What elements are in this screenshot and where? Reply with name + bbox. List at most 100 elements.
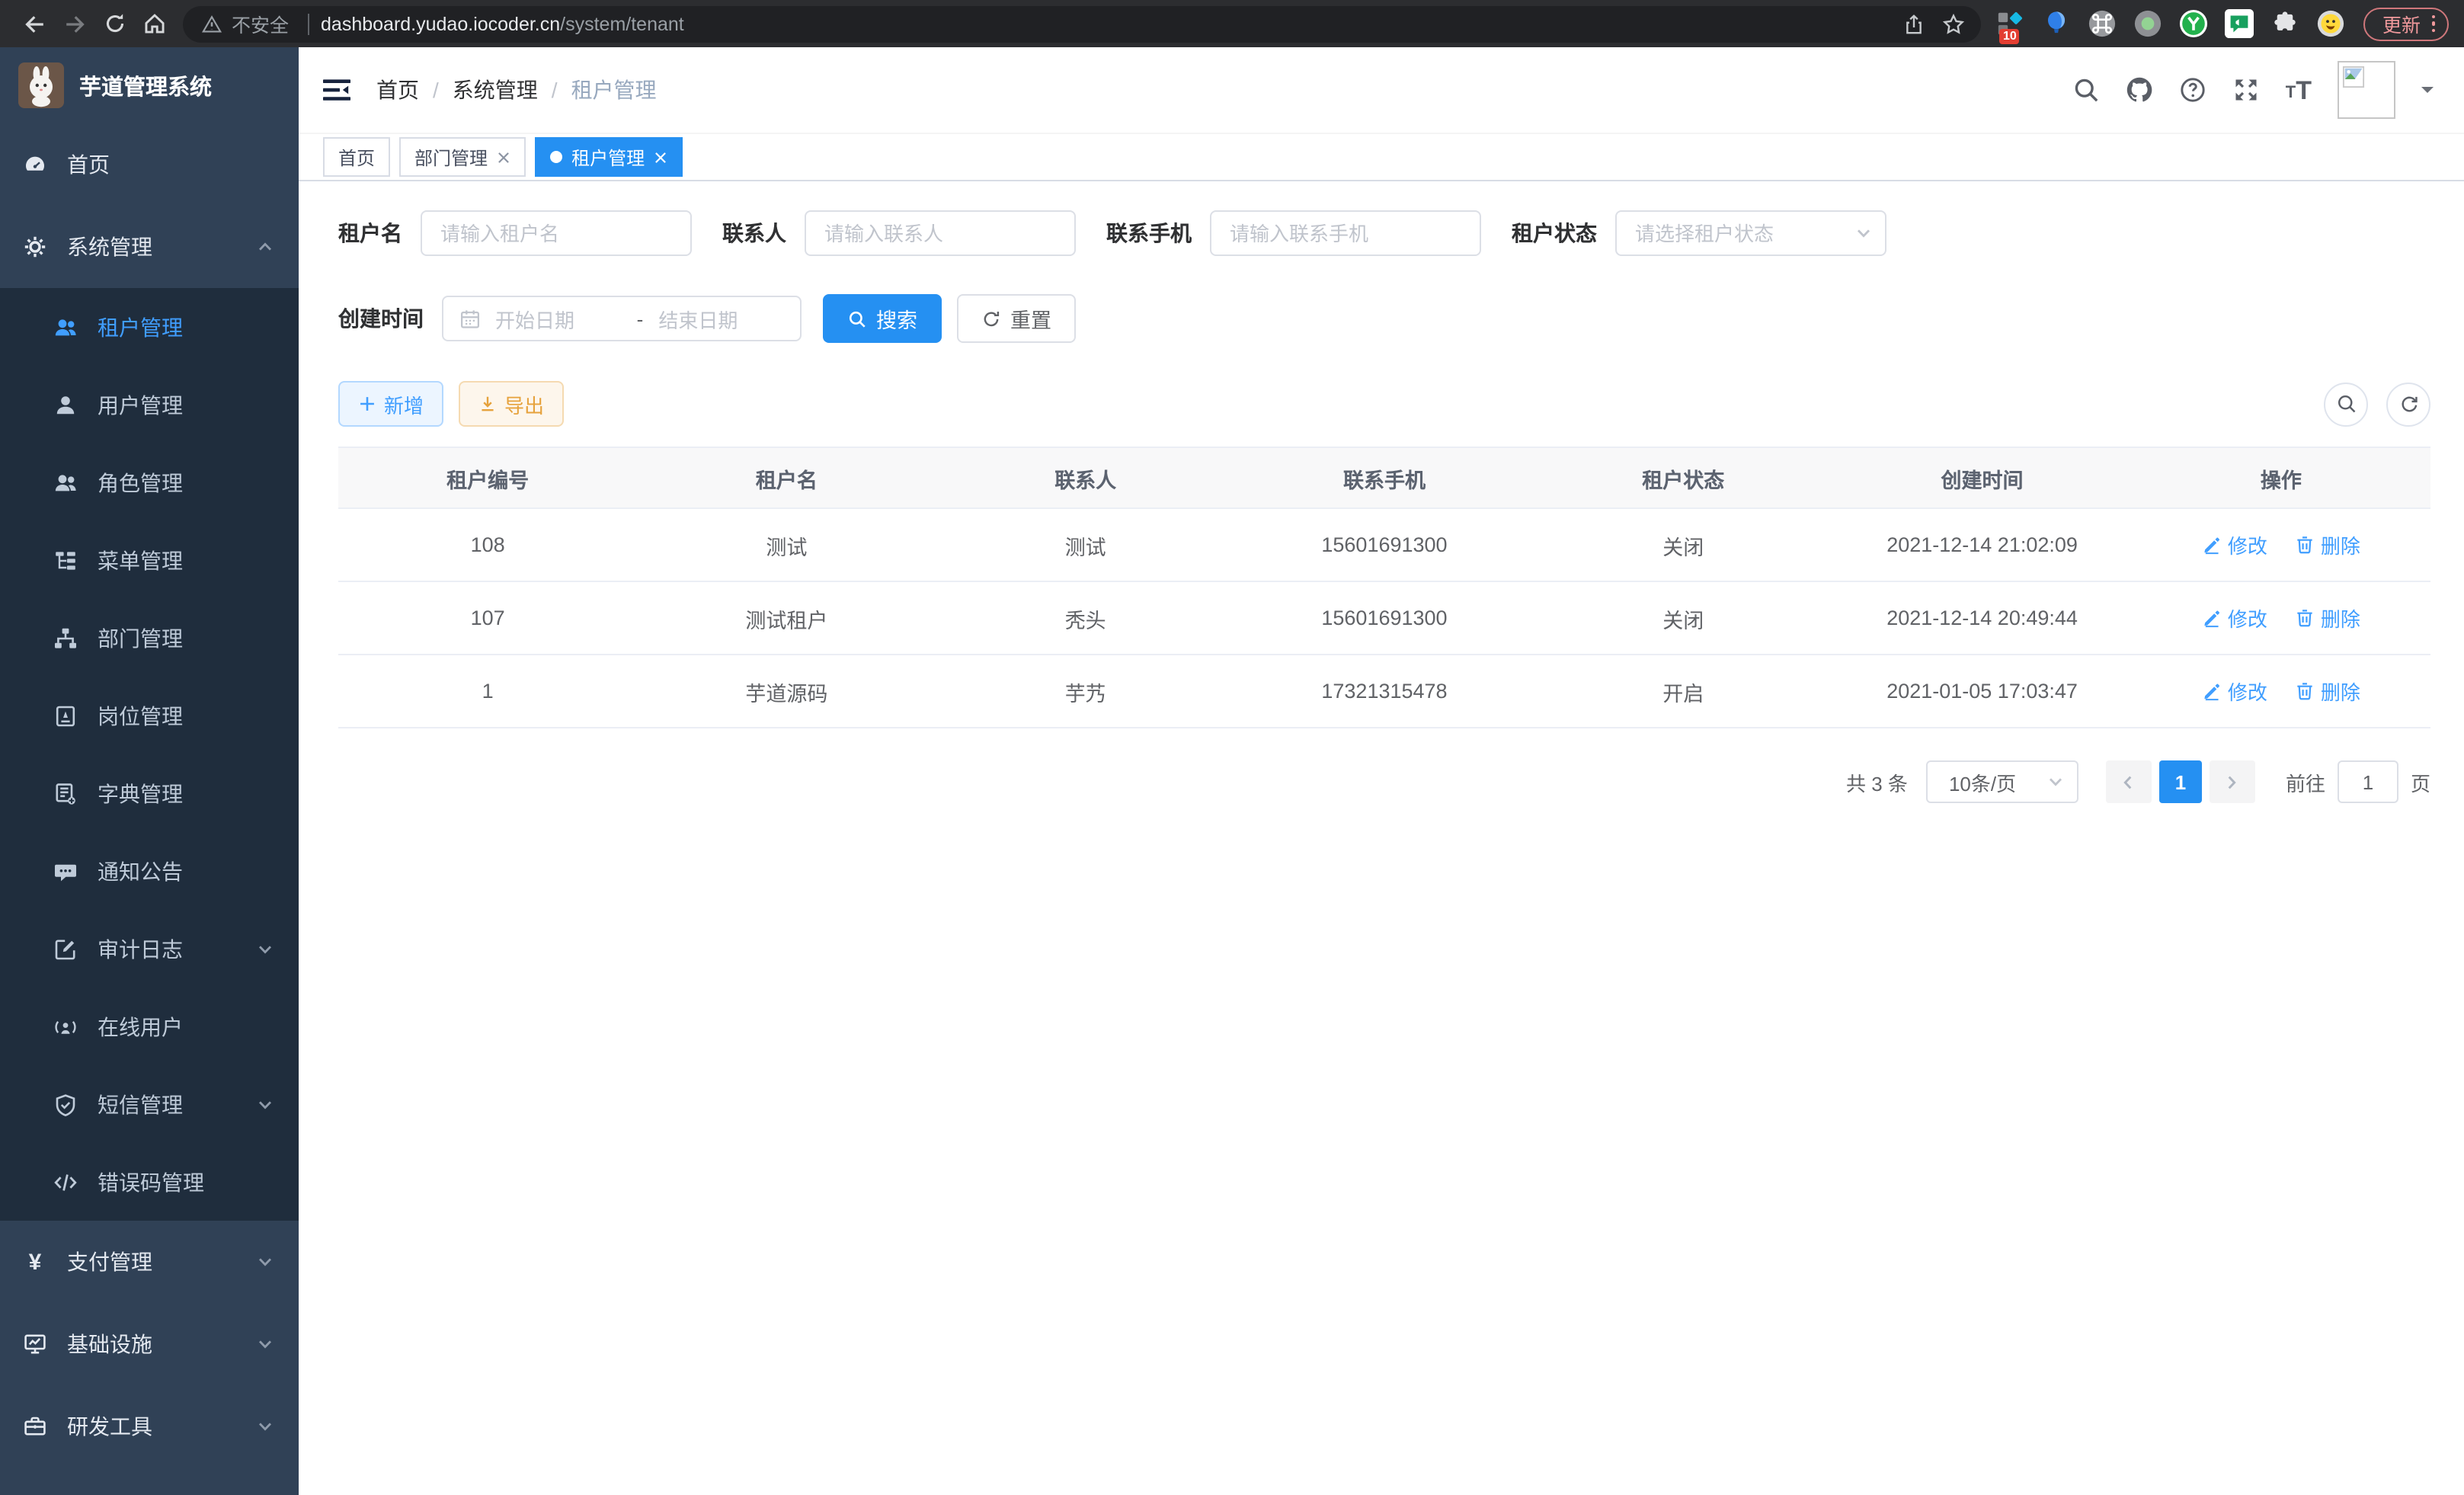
edit-icon xyxy=(2202,608,2222,628)
delete-button[interactable]: 删除 xyxy=(2295,603,2360,632)
edit-button[interactable]: 修改 xyxy=(2202,530,2267,559)
sidebar-item-role[interactable]: 角色管理 xyxy=(0,443,299,521)
cell-name: 测试租户 xyxy=(637,581,936,655)
tab-dept[interactable]: 部门管理 xyxy=(399,137,526,177)
chevron-down-icon xyxy=(256,1335,274,1353)
add-button[interactable]: 新增 xyxy=(338,381,443,427)
cell-actions: 修改删除 xyxy=(2132,581,2430,655)
cell-contact: 芋艿 xyxy=(936,655,1235,728)
font-size-icon[interactable]: TT xyxy=(2286,77,2312,103)
dashboard-icon xyxy=(23,152,47,177)
cell-mobile: 15601691300 xyxy=(1235,508,1534,581)
sidebar-item-home[interactable]: 首页 xyxy=(0,123,299,206)
page-size-select[interactable]: 10条/页 xyxy=(1926,760,2078,803)
refresh-button[interactable] xyxy=(2386,382,2430,426)
chat-extension-icon[interactable] xyxy=(2226,9,2254,38)
tenant-name-label: 租户名 xyxy=(338,218,402,248)
goto-page-input[interactable] xyxy=(2338,760,2398,803)
url-host: dashboard.yudao.iocoder.cn xyxy=(321,13,560,34)
address-bar[interactable]: 不安全 dashboard.yudao.iocoder.cn/system/te… xyxy=(183,5,1982,42)
sidebar-item-devtools[interactable]: 研发工具 xyxy=(0,1385,299,1468)
sidebar-item-menu[interactable]: 菜单管理 xyxy=(0,521,299,599)
sidebar-item-online-user[interactable]: 在线用户 xyxy=(0,988,299,1065)
browser-menu-icon[interactable] xyxy=(2431,15,2435,33)
sidebar-item-error-code[interactable]: 错误码管理 xyxy=(0,1143,299,1221)
cell-status: 开启 xyxy=(1534,655,1832,728)
y-extension-icon[interactable] xyxy=(2180,9,2209,38)
sidebar-item-pay[interactable]: ¥支付管理 xyxy=(0,1221,299,1303)
table-row: 107测试租户秃头15601691300关闭2021-12-14 20:49:4… xyxy=(338,581,2430,655)
balloon-extension-icon[interactable] xyxy=(2043,9,2072,38)
header-search-icon[interactable] xyxy=(2072,76,2100,104)
next-page-button[interactable] xyxy=(2210,760,2255,803)
online-user-icon xyxy=(53,1014,78,1039)
home-icon[interactable] xyxy=(134,4,174,43)
breadcrumb-item[interactable]: 系统管理 xyxy=(453,75,538,105)
profile-avatar-icon[interactable] xyxy=(2317,9,2346,38)
contact-input[interactable] xyxy=(805,210,1076,256)
prev-page-button[interactable] xyxy=(2106,760,2152,803)
tab-tenant[interactable]: 租户管理 xyxy=(535,137,683,177)
fullscreen-icon[interactable] xyxy=(2232,76,2260,104)
toggle-search-button[interactable] xyxy=(2324,382,2368,426)
tab-home[interactable]: 首页 xyxy=(323,137,390,177)
top-navbar: 首页/系统管理/租户管理 TT xyxy=(299,47,2464,134)
status-extension-icon[interactable] xyxy=(2134,9,2163,38)
goto-label: 前往 xyxy=(2286,767,2325,796)
page-number-1[interactable]: 1 xyxy=(2159,760,2202,803)
date-range-picker[interactable]: 开始日期 - 结束日期 xyxy=(442,296,802,341)
command-extension-icon[interactable] xyxy=(2088,9,2117,38)
sidebar-item-dict[interactable]: 字典管理 xyxy=(0,754,299,832)
sidebar: 芋道管理系统 首页系统管理租户管理用户管理角色管理菜单管理部门管理岗位管理字典管… xyxy=(0,47,299,1495)
reset-button[interactable]: 重置 xyxy=(957,294,1076,343)
edit-icon xyxy=(2202,681,2222,701)
sidebar-item-infra[interactable]: 基础设施 xyxy=(0,1303,299,1385)
cell-id: 108 xyxy=(338,508,637,581)
app-logo[interactable]: 芋道管理系统 xyxy=(0,47,299,123)
sidebar-item-notice[interactable]: 通知公告 xyxy=(0,832,299,910)
sidebar-item-dept[interactable]: 部门管理 xyxy=(0,599,299,677)
share-icon[interactable] xyxy=(1902,11,1927,36)
delete-button[interactable]: 删除 xyxy=(2295,530,2360,559)
close-icon[interactable] xyxy=(497,150,510,164)
puzzle-icon[interactable] xyxy=(2271,9,2300,38)
github-icon[interactable] xyxy=(2126,76,2153,104)
extension-badge-icon[interactable]: 10 xyxy=(1997,9,2026,38)
sidebar-item-post[interactable]: 岗位管理 xyxy=(0,677,299,754)
edit-button[interactable]: 修改 xyxy=(2202,677,2267,706)
update-button[interactable]: 更新 xyxy=(2364,7,2449,40)
sidebar-item-label: 支付管理 xyxy=(67,1247,152,1277)
reload-icon[interactable] xyxy=(94,4,134,43)
avatar-dropdown-icon[interactable] xyxy=(2421,87,2434,99)
sidebar-item-audit-log[interactable]: 审计日志 xyxy=(0,910,299,988)
user-avatar[interactable] xyxy=(2338,61,2395,119)
notice-icon xyxy=(53,859,78,883)
sidebar-item-tenant[interactable]: 租户管理 xyxy=(0,288,299,366)
status-select[interactable] xyxy=(1615,210,1886,256)
url-divider xyxy=(307,13,309,34)
chevron-down-icon xyxy=(2046,773,2065,791)
breadcrumb-item[interactable]: 首页 xyxy=(376,75,419,105)
forward-icon[interactable] xyxy=(55,4,94,43)
back-icon[interactable] xyxy=(15,4,55,43)
sidebar-collapse-icon[interactable] xyxy=(322,75,352,105)
breadcrumb-separator: / xyxy=(433,78,439,102)
delete-button[interactable]: 删除 xyxy=(2295,677,2360,706)
cell-actions: 修改删除 xyxy=(2132,508,2430,581)
page-unit-label: 页 xyxy=(2411,767,2430,796)
column-header: 操作 xyxy=(2132,447,2430,508)
bookmark-star-icon[interactable] xyxy=(1942,11,1966,36)
mobile-input[interactable] xyxy=(1210,210,1481,256)
sidebar-item-system[interactable]: 系统管理 xyxy=(0,206,299,288)
sms-icon xyxy=(53,1092,78,1116)
sidebar-item-sms[interactable]: 短信管理 xyxy=(0,1065,299,1143)
export-button[interactable]: 导出 xyxy=(459,381,564,427)
edit-button[interactable]: 修改 xyxy=(2202,603,2267,632)
column-header: 联系手机 xyxy=(1235,447,1534,508)
cell-mobile: 17321315478 xyxy=(1235,655,1534,728)
tenant-name-input[interactable] xyxy=(421,210,692,256)
close-icon[interactable] xyxy=(654,150,667,164)
help-icon[interactable] xyxy=(2179,76,2206,104)
search-button[interactable]: 搜索 xyxy=(823,294,942,343)
sidebar-item-user[interactable]: 用户管理 xyxy=(0,366,299,443)
